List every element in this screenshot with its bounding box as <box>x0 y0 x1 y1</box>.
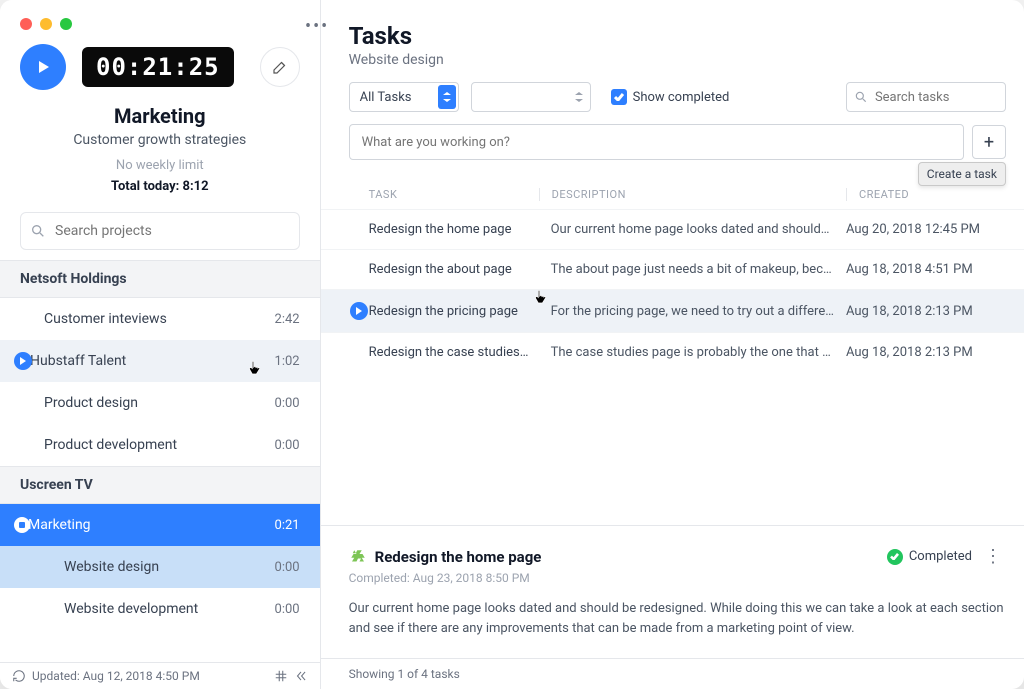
zoom-window[interactable] <box>60 18 72 30</box>
task-created: Aug 18, 2018 4:51 PM <box>846 262 1006 277</box>
task-name: Redesign the pricing page <box>369 304 539 319</box>
task-row[interactable]: Redesign the about pageThe about page ju… <box>321 249 1024 289</box>
completed-badge: Completed <box>887 549 972 565</box>
detail-title: Redesign the home page <box>375 548 879 566</box>
task-desc: The case studies page is probably the on… <box>539 345 846 360</box>
project-name: Website design <box>20 559 275 575</box>
play-icon <box>14 352 32 370</box>
task-search-input[interactable] <box>846 82 1006 112</box>
stop-icon <box>14 517 30 533</box>
chevron-updown-icon <box>570 85 588 109</box>
weekly-limit: No weekly limit <box>20 158 300 173</box>
task-created: Aug 20, 2018 12:45 PM <box>846 222 1006 237</box>
filter-secondary-select[interactable] <box>471 82 591 112</box>
project-row[interactable]: Product design0:00 <box>0 382 320 424</box>
project-time: 0:21 <box>275 518 300 533</box>
col-created: CREATED <box>846 188 1006 201</box>
task-desc: For the pricing page, we need to try out… <box>539 304 846 319</box>
total-today: Total today: 8:12 <box>20 179 300 194</box>
page-title: Tasks <box>349 22 1006 50</box>
project-time: 2:42 <box>275 312 300 327</box>
task-play-icon[interactable] <box>349 302 369 320</box>
more-menu-icon[interactable]: ••• <box>305 16 329 37</box>
project-row[interactable]: Hubstaff Talent1:02 <box>0 340 320 382</box>
project-name: Hubstaff Talent <box>20 353 275 369</box>
task-detail-panel: Redesign the home page Completed ⋮ Compl… <box>321 525 1024 658</box>
col-desc: DESCRIPTION <box>539 188 846 201</box>
task-name: Redesign the about page <box>369 262 539 277</box>
collapse-icon[interactable] <box>274 669 288 683</box>
chevron-left-double-icon[interactable] <box>294 669 308 683</box>
project-name: Product design <box>20 395 275 411</box>
project-list: Netsoft HoldingsCustomer inteviews2:42Hu… <box>0 260 320 662</box>
task-row[interactable]: Redesign the pricing pageFor the pricing… <box>321 289 1024 332</box>
task-created: Aug 18, 2018 2:13 PM <box>846 304 1006 319</box>
project-group-header: Uscreen TV <box>0 466 320 504</box>
detail-completed-at: Completed: Aug 23, 2018 8:50 PM <box>349 571 1006 585</box>
sidebar: 00:21:25 Marketing Customer growth strat… <box>0 0 321 689</box>
app-window: ••• 00:21:25 Marketing Customer growth s… <box>0 0 1024 689</box>
recycle-icon <box>349 548 367 566</box>
task-table-body: Redesign the home pageOur current home p… <box>321 209 1024 372</box>
filter-tasks-value: All Tasks <box>360 90 412 105</box>
task-created: Aug 18, 2018 2:13 PM <box>846 345 1006 360</box>
project-search <box>20 212 300 250</box>
search-icon <box>854 90 868 104</box>
project-search-input[interactable] <box>20 212 300 250</box>
checkbox-checked-icon <box>611 89 627 105</box>
project-row[interactable]: Website design0:00 <box>0 546 320 588</box>
project-row[interactable]: Website development0:00 <box>0 588 320 630</box>
close-window[interactable] <box>20 18 32 30</box>
project-row[interactable]: Product development0:00 <box>0 424 320 466</box>
detail-more-icon[interactable]: ⋮ <box>980 546 1006 567</box>
project-group-header: Netsoft Holdings <box>0 260 320 298</box>
project-row[interactable]: Customer inteviews2:42 <box>0 298 320 340</box>
task-count-footer: Showing 1 of 4 tasks <box>321 658 1024 689</box>
last-updated: Updated: Aug 12, 2018 4:50 PM <box>32 669 200 683</box>
refresh-icon[interactable] <box>12 669 26 683</box>
active-project-sub: Customer growth strategies <box>20 132 300 148</box>
project-name: Marketing <box>18 517 275 533</box>
project-row[interactable]: Marketing0:21 <box>0 504 320 546</box>
chevron-down-icon <box>438 85 456 109</box>
show-completed-checkbox[interactable]: Show completed <box>611 89 730 105</box>
new-task-input[interactable] <box>349 124 964 160</box>
minimize-window[interactable] <box>40 18 52 30</box>
project-time: 0:00 <box>275 602 300 617</box>
active-project-name: Marketing <box>20 104 300 128</box>
project-time: 0:00 <box>275 396 300 411</box>
project-time: 0:00 <box>275 438 300 453</box>
create-task-tooltip: Create a task <box>918 162 1006 186</box>
project-time: 1:02 <box>275 354 300 369</box>
check-circle-icon <box>887 549 903 565</box>
main-panel: Tasks Website design All Tasks Show comp… <box>321 0 1024 689</box>
create-task-button[interactable]: + <box>972 125 1006 159</box>
detail-body: Our current home page looks dated and sh… <box>349 599 1006 638</box>
project-name: Customer inteviews <box>20 311 275 327</box>
task-row[interactable]: Redesign the case studies pa…The case st… <box>321 332 1024 372</box>
timer-display: 00:21:25 <box>82 47 234 87</box>
page-subtitle: Website design <box>349 52 1006 68</box>
edit-note-button[interactable] <box>260 47 300 87</box>
project-name: Website development <box>20 601 275 617</box>
timer-play-button[interactable] <box>20 44 66 90</box>
task-search <box>846 82 1006 112</box>
task-desc: The about page just needs a bit of makeu… <box>539 262 846 277</box>
project-time: 0:00 <box>275 560 300 575</box>
task-name: Redesign the home page <box>369 222 539 237</box>
task-desc: Our current home page looks dated and sh… <box>539 222 846 237</box>
completed-label: Completed <box>909 549 972 564</box>
col-task: TASK <box>349 188 539 201</box>
filter-tasks-select[interactable]: All Tasks <box>349 82 459 112</box>
project-name: Product development <box>20 437 275 453</box>
search-icon <box>30 223 46 239</box>
task-row[interactable]: Redesign the home pageOur current home p… <box>321 209 1024 249</box>
sidebar-statusbar: Updated: Aug 12, 2018 4:50 PM <box>0 662 320 689</box>
task-name: Redesign the case studies pa… <box>369 345 539 360</box>
window-controls <box>20 18 72 30</box>
show-completed-label: Show completed <box>633 90 730 105</box>
